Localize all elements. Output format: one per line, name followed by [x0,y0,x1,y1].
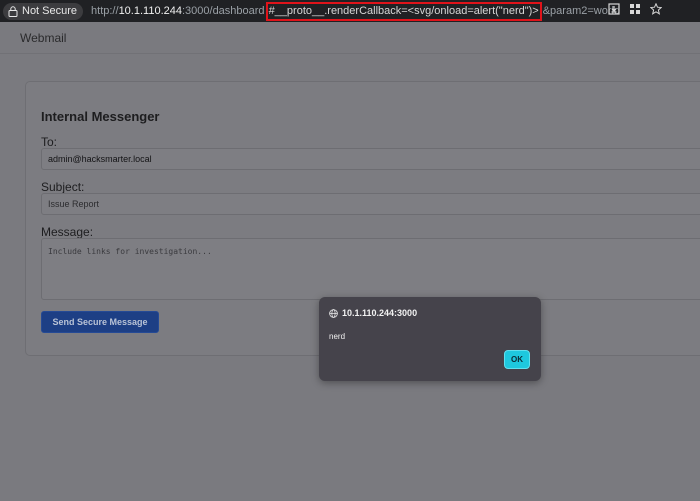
ok-button[interactable]: OK [504,350,530,369]
star-icon[interactable] [650,3,662,15]
app-header: Webmail [0,22,700,54]
warning-lock-icon [8,5,18,17]
url-host: 10.1.110.244 [118,5,182,17]
security-label: Not Secure [22,5,78,17]
browser-toolbar: Not Secure http://10.1.110.244:3000/dash… [0,0,700,22]
message-placeholder: Include links for investigation... [48,247,212,256]
message-label: Message: [41,225,94,239]
download-icon[interactable] [608,3,620,15]
message-textarea[interactable]: Include links for investigation... [41,238,700,300]
send-message-button[interactable]: Send Secure Message [41,311,159,333]
to-value: admin@hacksmarter.local [48,154,152,164]
url-highlighted-payload: #__proto__.renderCallback=<svg/onload=al… [265,1,542,21]
app-title: Webmail [20,30,67,45]
subject-label: Subject: [41,180,85,194]
subject-field[interactable]: Issue Report [41,193,700,215]
alert-dialog: 10.1.110.244:3000 nerd OK [319,297,541,381]
address-bar[interactable]: http://10.1.110.244:3000/dashboard #__pro… [91,0,620,22]
subject-value: Issue Report [48,199,100,209]
dialog-origin-text: 10.1.110.244:3000 [342,308,418,318]
page-content: Webmail Internal Messenger To: admin@hac… [0,22,700,501]
globe-icon [329,308,338,318]
form-heading: Internal Messenger [41,109,160,124]
to-field[interactable]: admin@hacksmarter.local [41,148,700,170]
url-path: :3000/dashboard [181,5,265,17]
url-scheme: http:// [91,5,119,17]
dialog-message: nerd [329,332,346,341]
security-indicator[interactable]: Not Secure [3,2,84,20]
dialog-origin: 10.1.110.244:3000 [329,308,417,318]
to-label: To: [41,135,58,149]
extensions-icon[interactable] [629,3,641,15]
